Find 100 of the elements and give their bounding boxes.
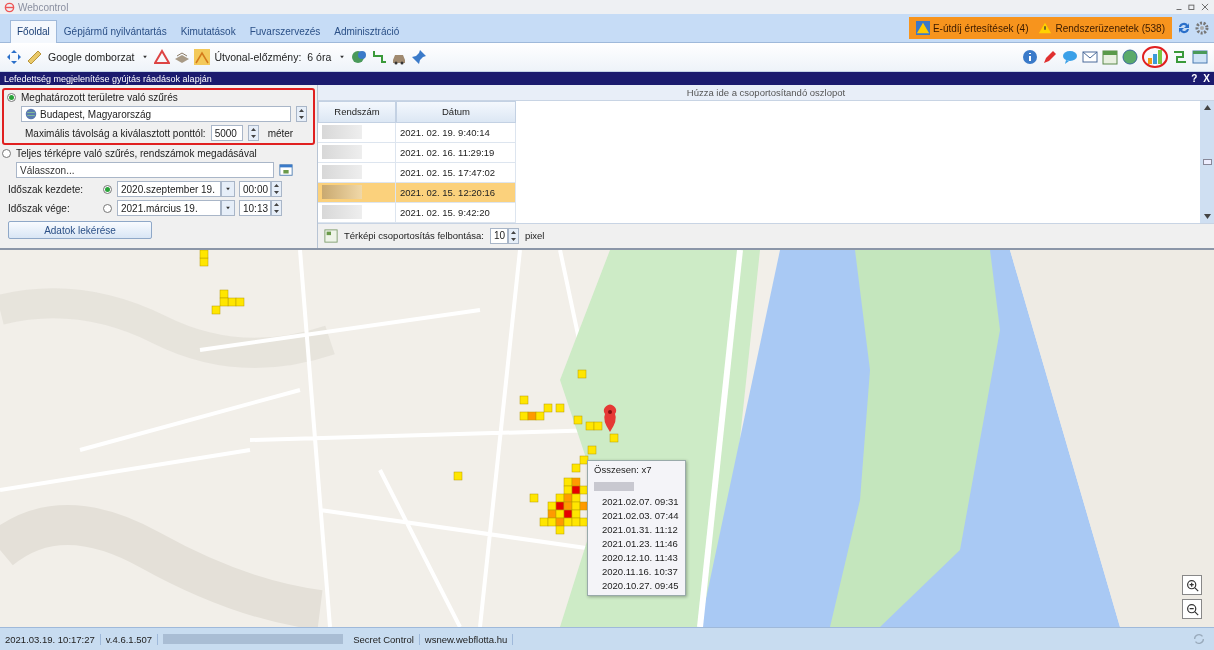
distance-field[interactable]: 5000 <box>210 125 243 141</box>
spinner-control[interactable] <box>296 106 307 122</box>
bar-chart-icon[interactable] <box>1147 49 1163 65</box>
heatmap-cell <box>579 517 589 527</box>
picker-icon[interactable] <box>279 163 293 177</box>
blurred-plate <box>594 482 634 491</box>
heatmap-cell <box>535 411 545 421</box>
resolution-field[interactable]: 10 <box>489 227 508 244</box>
heatmap-cell <box>571 493 581 503</box>
ruler-icon[interactable] <box>26 49 42 65</box>
triangle-icon[interactable] <box>154 49 171 65</box>
table-cell: 2021. 02. 15. 17:47:02 <box>396 162 516 183</box>
help-button[interactable]: ? <box>1191 73 1198 84</box>
location-field[interactable]: Budapest, Magyarország <box>21 106 291 122</box>
resolution-label: Térképi csoportosítás felbontása: <box>344 230 484 242</box>
map-type-dropdown[interactable]: Google domborzat <box>46 50 137 64</box>
route-icon[interactable] <box>1172 49 1188 65</box>
spinner-control[interactable] <box>247 125 259 141</box>
heatmap-cell <box>571 509 581 519</box>
location-pin-icon[interactable] <box>604 404 616 432</box>
time-field[interactable]: 00:00 <box>239 181 271 197</box>
heatmap-cell <box>563 517 573 527</box>
radio-button[interactable] <box>103 184 112 194</box>
period-label: Időszak vége: <box>8 202 71 214</box>
tab[interactable]: Kimutatások <box>173 20 243 43</box>
road-warning-icon <box>915 21 930 35</box>
time-field[interactable]: 10:13 <box>239 200 271 216</box>
popup-time: 2020.11.16. 10:37 <box>601 566 679 577</box>
heatmap-cell <box>219 289 229 299</box>
sync-icon[interactable] <box>1176 20 1192 36</box>
table-cell: 2021. 02. 15. 9:42:20 <box>396 202 516 223</box>
spinner-arrows-icon <box>273 183 280 195</box>
heatmap-cell <box>519 411 529 421</box>
heatmap-cell <box>571 477 581 487</box>
popup-time: 2021.02.03. 07:44 <box>601 510 679 521</box>
distance-label: Maximális távolság a kiválasztott ponttól: <box>25 127 206 139</box>
column-header[interactable]: Rendszám <box>318 100 396 123</box>
globe-icon[interactable] <box>1122 49 1138 65</box>
alert-button[interactable]: E-útdíj értesítések (4) <box>912 21 1032 35</box>
calendar-icon[interactable] <box>1102 49 1118 65</box>
heatmap-cell <box>579 485 589 495</box>
zoom-out-button[interactable] <box>1182 599 1202 619</box>
spinner-control[interactable] <box>271 200 282 216</box>
heatmap-cell <box>211 305 221 315</box>
table-cell: 2021. 02. 15. 12:20:16 <box>396 182 516 203</box>
heatmap-cell <box>585 421 595 431</box>
date-field[interactable]: 2021.március 19. <box>117 200 221 216</box>
plates-field[interactable]: Válasszon... <box>16 162 274 178</box>
settings-icon[interactable] <box>1194 20 1210 36</box>
scroll-thumb-icon[interactable] <box>1202 158 1212 165</box>
fetch-data-button[interactable]: Adatok lekérése <box>8 221 152 239</box>
close-button[interactable]: X <box>1203 73 1210 84</box>
status-timestamp: 2021.03.19. 10:17:27 <box>0 633 101 645</box>
scrollbar[interactable] <box>1200 100 1214 223</box>
spinner-arrows-icon <box>509 229 517 242</box>
tab[interactable]: Gépjármű nyilvántartás <box>56 20 174 43</box>
tab[interactable]: Főoldal <box>10 20 57 43</box>
zoom-in-icon <box>1185 578 1199 592</box>
period-label: Időszak kezdete: <box>8 183 85 195</box>
alert-button[interactable]: Rendszerüzenetek (538) <box>1035 21 1168 35</box>
table-cell: 2021. 02. 16. 11:29:19 <box>396 142 516 163</box>
heatmap-cell <box>577 369 587 379</box>
scroll-up-icon[interactable] <box>1203 104 1211 110</box>
radio-button[interactable] <box>7 93 16 102</box>
date-field[interactable]: 2020.szeptember 19. <box>117 181 221 197</box>
restore-icon[interactable] <box>1187 2 1197 12</box>
heatmap-cell <box>453 471 463 481</box>
window-icon[interactable] <box>1192 49 1208 65</box>
pencil-icon[interactable] <box>1042 49 1058 65</box>
pin-icon[interactable] <box>411 49 428 65</box>
scroll-down-icon[interactable] <box>1203 213 1211 219</box>
close-icon[interactable] <box>1200 2 1210 12</box>
heatmap-cell <box>593 421 603 431</box>
mail-icon[interactable] <box>1082 49 1098 65</box>
column-header[interactable]: Dátum <box>396 100 516 123</box>
chat-icon[interactable] <box>1062 49 1078 65</box>
radio-button[interactable] <box>2 149 11 158</box>
mountain-icon[interactable] <box>194 49 211 65</box>
globe-icon[interactable] <box>351 49 368 65</box>
heatmap-cell <box>579 455 589 465</box>
popup-time: 2020.12.10. 11:43 <box>601 552 679 563</box>
spinner-arrows-icon <box>249 127 257 139</box>
table-cell: 2021. 02. 19. 9:40:14 <box>396 122 516 143</box>
popup-time: 2020.10.27. 09:45 <box>601 580 679 591</box>
route-history-label: Útvonal-előzmény: <box>214 51 302 63</box>
radio-button[interactable] <box>103 203 112 213</box>
zoom-in-button[interactable] <box>1182 575 1202 595</box>
tab[interactable]: Fuvarszervezés <box>242 20 328 43</box>
route-history-dropdown[interactable]: 6 óra <box>305 50 334 64</box>
move-arrows-icon[interactable] <box>6 49 22 65</box>
spinner-control[interactable] <box>507 227 519 244</box>
heatmap-cell <box>587 445 597 455</box>
grid-settings-icon[interactable] <box>324 228 338 243</box>
spinner-control[interactable] <box>271 181 282 197</box>
panel-title: Lefedettség megjelenítése gyújtás ráadások alapján <box>4 73 212 84</box>
tab[interactable]: Adminisztráció <box>327 20 407 43</box>
info-icon[interactable] <box>1022 49 1038 65</box>
group-by-hint: Húzza ide a csoportosítandó oszlopot <box>318 85 1214 100</box>
filter-mode-label: Meghatározott területre való szűrés <box>21 92 178 103</box>
heatmap-cell <box>539 517 549 527</box>
